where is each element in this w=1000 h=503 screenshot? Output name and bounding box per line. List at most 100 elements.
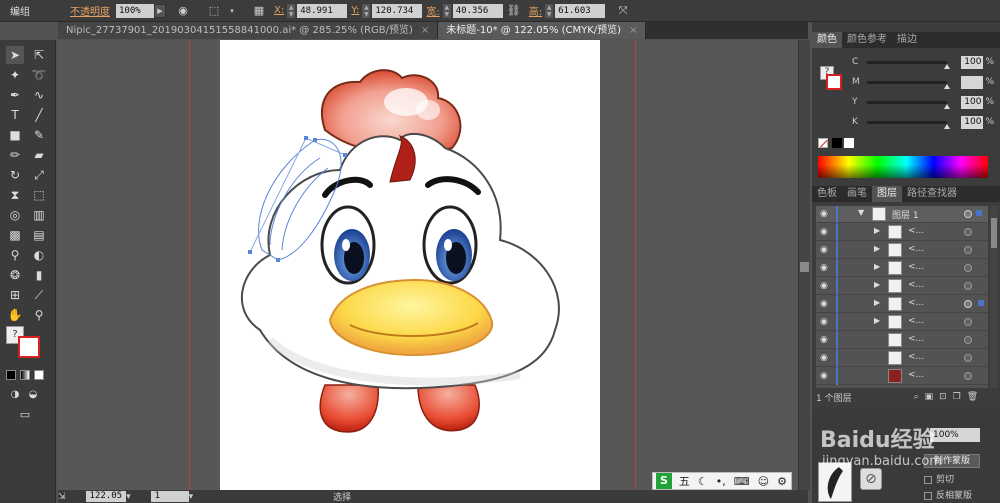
gradient-mode-icon[interactable] (20, 370, 30, 380)
line-tool-icon[interactable]: ╱ (30, 106, 48, 124)
layer-row-1[interactable]: ◉ ▼ 图层 1 (816, 206, 988, 223)
eraser-tool-icon[interactable]: ▰ (30, 146, 48, 164)
magic-wand-tool-icon[interactable]: ✦ (6, 66, 24, 84)
color-mode-icon[interactable] (6, 370, 16, 380)
tab-untitled-10[interactable]: 未标题-10* @ 122.05% (CMYK/预览) × (438, 22, 647, 39)
draw-behind-icon[interactable]: ◒ (24, 386, 42, 404)
scale-tool-icon[interactable]: ⤢ (30, 166, 48, 184)
visibility-eye-icon[interactable]: ◉ (820, 336, 832, 345)
hand-tool-icon[interactable]: ✋ (6, 306, 24, 324)
black-slider-row[interactable]: K 100 % (852, 114, 994, 130)
eyedropper-tool-icon[interactable]: ⚲ (6, 246, 24, 264)
new-sublayer-icon[interactable]: ⊡ (939, 392, 947, 402)
target-indicator[interactable] (964, 372, 972, 380)
delete-layer-icon[interactable]: 🗑 (967, 392, 978, 402)
cyan-field[interactable]: 100 (960, 55, 984, 69)
stroke-swatch[interactable] (18, 336, 40, 358)
target-indicator[interactable] (964, 282, 972, 290)
opacity-field[interactable]: 100% (930, 428, 980, 442)
zoom-field[interactable]: 122.05 (85, 491, 127, 502)
user-icon[interactable]: ☺ (758, 475, 769, 488)
magenta-slider-row[interactable]: M % (852, 74, 994, 90)
artboard-dropdown-icon[interactable]: ▾ (189, 492, 194, 502)
x-stepper[interactable]: ▲ ▼ (287, 3, 296, 18)
layers-scrollbar[interactable] (990, 206, 998, 388)
height-stepper[interactable]: ▲ ▼ (545, 3, 554, 18)
tab-stroke[interactable]: 描边 (892, 32, 922, 48)
artboard[interactable] (220, 40, 600, 490)
pen-tool-icon[interactable]: ✒ (6, 86, 24, 104)
artboard-number-field[interactable]: 1 (150, 491, 189, 502)
tab-color[interactable]: 颜色 (812, 32, 842, 48)
sublayer-name[interactable]: <... (908, 316, 924, 326)
settings-icon[interactable]: ⚙ (777, 475, 787, 488)
visibility-eye-icon[interactable]: ◉ (820, 354, 832, 363)
expand-arrow-icon[interactable]: ▶ (874, 280, 880, 289)
sublayer-name[interactable]: <... (908, 370, 924, 380)
make-clipping-mask-icon[interactable]: ▣ (925, 392, 934, 402)
target-indicator[interactable] (964, 318, 972, 326)
slice-tool-icon[interactable]: ⟋ (30, 286, 48, 304)
white-swatch[interactable] (844, 138, 854, 148)
visibility-eye-icon[interactable]: ◉ (820, 246, 832, 255)
sublayer-name[interactable]: <... (908, 298, 924, 308)
expand-arrow-icon[interactable]: ▶ (874, 298, 880, 307)
opacity-label[interactable]: 不透明度 (70, 3, 110, 18)
expand-arrow-icon[interactable]: ▶ (874, 262, 880, 271)
collapse-arrow-icon[interactable]: ▼ (858, 208, 864, 217)
sublayer-name[interactable]: <... (908, 262, 924, 272)
width-stepper[interactable]: ▲ ▼ (442, 3, 451, 18)
ime-mode-label[interactable]: 五 (679, 473, 690, 489)
rectangle-tool-icon[interactable]: ■ (6, 126, 24, 144)
visibility-eye-icon[interactable]: ◉ (820, 300, 832, 309)
free-transform-tool-icon[interactable]: ⬚ (30, 186, 48, 204)
link-proportions-icon[interactable]: ⛓ (506, 3, 522, 19)
height-field[interactable]: 61.603 mm (555, 3, 606, 30)
blend-tool-icon[interactable]: ◐ (30, 246, 48, 264)
recolor-icon[interactable]: ◉ (175, 3, 191, 19)
screen-mode-icon[interactable]: ▭ (16, 406, 34, 424)
punctuation-icon[interactable]: •, (716, 475, 726, 488)
column-graph-tool-icon[interactable]: ▮ (30, 266, 48, 284)
lasso-tool-icon[interactable]: ➰ (30, 66, 48, 84)
curvature-tool-icon[interactable]: ∿ (30, 86, 48, 104)
mask-thumbnail[interactable]: ⊘ (860, 468, 882, 490)
chicken-artwork[interactable] (220, 40, 600, 490)
paintbrush-tool-icon[interactable]: ✎ (30, 126, 48, 144)
draw-mode-icon[interactable]: ◑ (6, 386, 24, 404)
y-stepper[interactable]: ▲ ▼ (362, 3, 371, 18)
sublayer-name[interactable]: <... (908, 244, 924, 254)
close-icon[interactable]: × (629, 25, 637, 36)
yellow-slider-row[interactable]: Y 100 % (852, 94, 994, 110)
visibility-eye-icon[interactable]: ◉ (820, 372, 832, 381)
cyan-slider[interactable] (867, 60, 950, 69)
visibility-eye-icon[interactable]: ◉ (820, 210, 832, 219)
expand-arrow-icon[interactable]: ▶ (874, 316, 880, 325)
visibility-eye-icon[interactable]: ◉ (820, 318, 832, 327)
close-icon[interactable]: × (421, 25, 429, 36)
layer-row[interactable]: ◉ <... (816, 332, 988, 349)
keyboard-icon[interactable]: ⌨ (734, 475, 750, 488)
layer-row[interactable]: ◉ ▶ <... (816, 278, 988, 295)
selection-indicator[interactable] (976, 210, 982, 216)
selection-tool-icon[interactable]: ➤ (6, 46, 24, 64)
none-mode-icon[interactable] (34, 370, 44, 380)
tab-color-guide[interactable]: 颜色参考 (842, 32, 892, 48)
opacity-dropdown[interactable]: ▶ (154, 3, 166, 18)
reference-point-icon[interactable]: ▦ (251, 3, 267, 19)
sublayer-name[interactable]: <... (908, 352, 924, 362)
visibility-eye-icon[interactable]: ◉ (820, 282, 832, 291)
layer-name[interactable]: 图层 1 (892, 208, 919, 221)
type-tool-icon[interactable]: T (6, 106, 24, 124)
sublayer-name[interactable]: <... (908, 280, 924, 290)
mesh-tool-icon[interactable]: ▩ (6, 226, 24, 244)
direct-selection-tool-icon[interactable]: ⇱ (30, 46, 48, 64)
sublayer-name[interactable]: <... (908, 226, 924, 236)
layer-row[interactable]: ◉ ▶ <... (816, 296, 988, 313)
zoom-tool-icon[interactable]: ⚲ (30, 306, 48, 324)
canvas[interactable] (58, 40, 798, 490)
visibility-eye-icon[interactable]: ◉ (820, 228, 832, 237)
layer-row[interactable]: ◉ <... (816, 368, 988, 385)
perspective-grid-tool-icon[interactable]: ▥ (30, 206, 48, 224)
opacity-field[interactable]: 100% (116, 3, 154, 18)
